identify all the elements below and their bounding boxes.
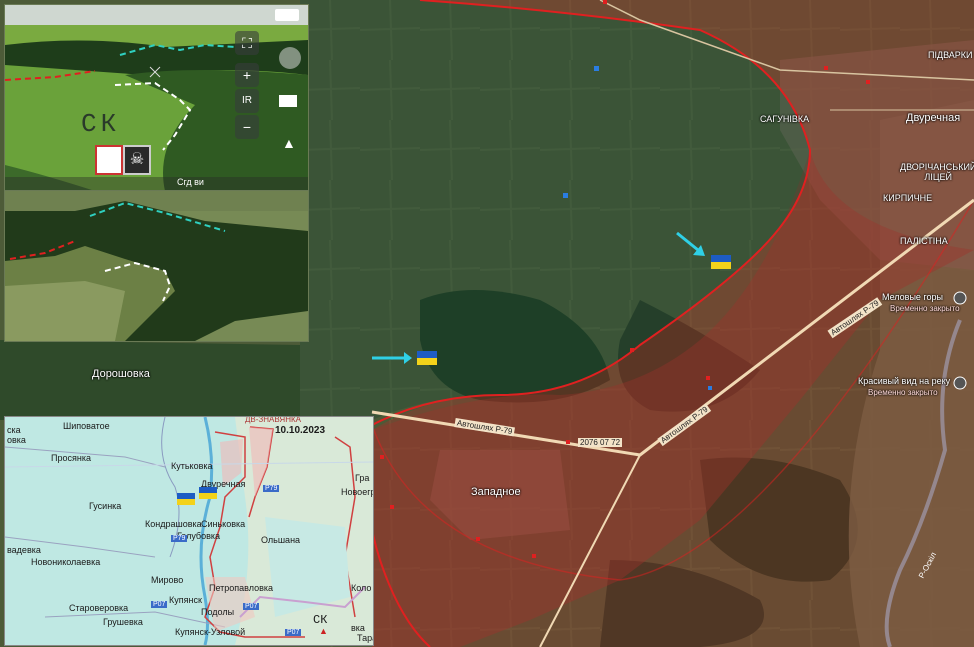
inset-town: Подолы	[201, 607, 235, 617]
inset-town: Купянск-Узловой	[175, 627, 246, 637]
ua-flag-icon[interactable]	[417, 351, 437, 365]
marker-red[interactable]	[380, 455, 384, 459]
poi-status: Временно закрыто	[890, 304, 960, 313]
road-badge: Р79	[171, 535, 188, 542]
marker-red[interactable]	[476, 537, 480, 541]
marker-red[interactable]	[566, 440, 570, 444]
inset-town: Просянка	[51, 453, 91, 463]
road-badge: Р07	[151, 601, 168, 608]
village-label: ДВОРІЧАНСЬКИЙ ЛІЦЕЙ	[900, 162, 974, 182]
inset-town: вка	[351, 623, 365, 633]
marker-red[interactable]	[824, 66, 828, 70]
road-badge: Р07	[285, 629, 302, 636]
forest-strip	[0, 340, 300, 420]
marker-red[interactable]	[603, 0, 607, 4]
ua-flag-icon[interactable]	[711, 255, 731, 269]
inset-town: ДВ-ЗНАВЯНКА	[245, 416, 301, 424]
village-label: ПІДВАРКИ	[928, 50, 973, 60]
inset-town: Гусинка	[89, 501, 122, 511]
terrain-3d-panel[interactable]	[4, 190, 309, 342]
inset-town: Новоегр	[341, 487, 374, 497]
inset-town: Купянск	[169, 595, 202, 605]
play-icon[interactable]	[279, 95, 297, 107]
inset-town: Шиповатое	[63, 421, 110, 431]
marker-blue[interactable]	[563, 193, 568, 198]
ua-flag-icon	[177, 493, 195, 505]
inset-town: ска	[7, 425, 21, 435]
north-arrow-icon: ▲	[282, 135, 296, 151]
overview-inset-map[interactable]: 10.10.2023 ДВ-ЗНАВЯНКА Шиповатое Просянк…	[4, 416, 374, 646]
viewpoint-icon[interactable]	[953, 291, 967, 305]
fullscreen-icon[interactable]: ⛶	[235, 31, 259, 55]
skull-badge-icon: ☠	[123, 145, 151, 175]
marker-red[interactable]	[532, 554, 536, 558]
inset-town: Гра	[355, 473, 370, 483]
terrain-3d-view	[5, 191, 308, 341]
poi-label: Меловые горы	[882, 292, 943, 302]
village-label: ПАЛІСТІНА	[900, 236, 948, 246]
volume-icon[interactable]	[275, 9, 299, 21]
inset-town: Грушевка	[103, 617, 143, 627]
inset-town: Тара	[357, 633, 373, 643]
drone-bottom-text: Сгд ви	[177, 177, 204, 187]
road-badge: Р79	[263, 485, 280, 492]
unit-badge-icon	[95, 145, 123, 175]
hud-plus-button[interactable]: +	[235, 63, 259, 87]
drone-overlay-text: СК	[81, 109, 121, 139]
hud-minus-button[interactable]: −	[235, 115, 259, 139]
marker-triangle-icon: ▲	[319, 626, 328, 636]
inset-town: овка	[7, 435, 26, 445]
village-label: САГУНІВКА	[760, 114, 810, 124]
road-label: 2076 07 72	[578, 438, 623, 447]
marker-red[interactable]	[866, 80, 870, 84]
village-label: Западное	[471, 486, 521, 498]
marker-blue[interactable]	[708, 386, 712, 390]
drone-video-panel[interactable]: СК ☠ ⛶ + IR − ▲ Сгд ви	[4, 4, 309, 192]
inset-town: Новониколаевка	[31, 557, 101, 567]
viewpoint-icon[interactable]	[953, 376, 967, 390]
inset-town: Мирово	[151, 575, 184, 585]
inset-date: 10.10.2023	[275, 425, 326, 436]
inset-town: Кондрашовка	[145, 519, 202, 529]
marker-red[interactable]	[390, 505, 394, 509]
inset-town: Староверовка	[69, 603, 129, 613]
hud-ir-button[interactable]: IR	[235, 89, 259, 113]
inset-town: Ольшана	[261, 535, 301, 545]
compass-icon[interactable]	[279, 47, 301, 69]
poi-status: Временно закрыто	[868, 388, 938, 397]
marker-red[interactable]	[630, 348, 634, 352]
inset-town: Коло	[351, 583, 372, 593]
ua-flag-icon	[199, 487, 217, 499]
marker-blue[interactable]	[594, 66, 599, 71]
inset-marker-label: СК	[313, 613, 328, 627]
poi-label: Красивый вид на реку	[858, 376, 951, 386]
inset-town: Синьковка	[201, 519, 246, 529]
road-badge: Р07	[243, 603, 260, 610]
inset-town: Петропавловка	[209, 583, 274, 593]
village-label: Двуречная	[906, 112, 961, 124]
village-label: КИРПИЧНЕ	[883, 193, 933, 203]
inset-town: вадевка	[7, 545, 41, 555]
inset-town: Кутьковка	[171, 461, 213, 471]
village-label: Дорошовка	[92, 368, 150, 380]
drone-frame	[5, 5, 308, 191]
marker-red[interactable]	[706, 376, 710, 380]
